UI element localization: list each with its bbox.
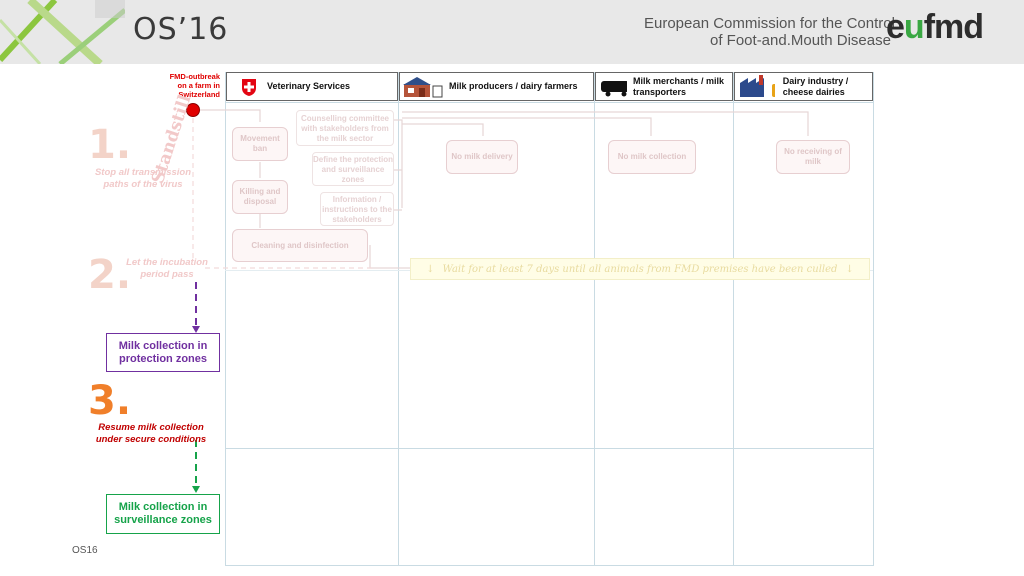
farm-icon — [403, 76, 443, 97]
no-receiving-milk-box: No receiving of milk — [776, 140, 850, 174]
movement-ban-box: Movement ban — [232, 127, 288, 161]
outbreak-note: FMD-outbreak on a farm in Switzerland — [169, 72, 220, 99]
page-title: OS’16 — [133, 12, 229, 47]
column-header-dairy-industry: Dairy industry / cheese dairies — [734, 72, 873, 101]
footer-label: OS16 — [72, 545, 98, 556]
truck-icon — [601, 80, 628, 96]
step-1-number: 1. — [88, 122, 132, 168]
protection-zone-box: Milk collection in protection zones — [106, 333, 220, 372]
information-instructions-text: Information / instructions to the stakeh… — [320, 192, 394, 226]
step-3-number: 3. — [88, 378, 132, 424]
eufmd-logo: eufmd — [886, 8, 984, 46]
no-milk-collection-box: No milk collection — [608, 140, 696, 174]
commission-name-line2: of Foot-and.Mouth Disease — [710, 32, 891, 49]
wait-banner: ↓ Wait for at least 7 days until all ani… — [410, 258, 870, 280]
header-bar: OS’16 European Commission for the Contro… — [0, 0, 1024, 64]
step-1-text: Stop all transmission paths of the virus — [94, 167, 192, 190]
surveillance-zone-box: Milk collection in surveillance zones — [106, 494, 220, 534]
decorative-lines-graphic — [0, 0, 125, 64]
define-zones-text: Define the protection and surveillance z… — [312, 152, 394, 186]
counselling-committee-text: Counselling committee with stakeholders … — [296, 110, 394, 146]
no-milk-delivery-box: No milk delivery — [446, 140, 518, 174]
swiss-flag-icon — [242, 78, 256, 96]
column-header-milk-producers: Milk producers / dairy farmers — [399, 72, 594, 101]
cleaning-disinfection-box: Cleaning and disinfection — [232, 229, 368, 262]
commission-name-line1: European Commission for the Control — [644, 15, 895, 32]
arrow-down-icon: ↓ — [426, 263, 435, 275]
killing-disposal-box: Killing and disposal — [232, 180, 288, 214]
column-header-veterinary: Veterinary Services — [226, 72, 398, 101]
step-2-text: Let the incubation period pass — [126, 257, 208, 280]
column-header-milk-merchants: Milk merchants / milk transporters — [595, 72, 733, 101]
arrow-down-icon: ↓ — [845, 263, 854, 275]
factory-icon — [740, 74, 775, 97]
step-3-text: Resume milk collection under secure cond… — [95, 422, 207, 445]
